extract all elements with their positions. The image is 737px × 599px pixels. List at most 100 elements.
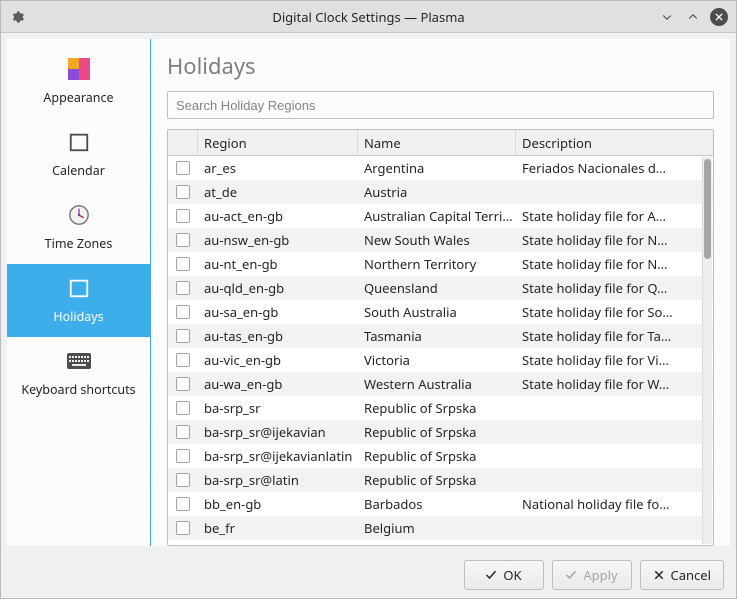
sidebar-item-appearance[interactable]: Appearance — [7, 45, 150, 118]
minimize-button[interactable] — [658, 8, 676, 26]
row-checkbox[interactable] — [176, 497, 190, 511]
row-checkbox[interactable] — [176, 521, 190, 535]
col-checkbox[interactable] — [168, 130, 198, 155]
calendar-icon — [65, 128, 93, 156]
cell-description: State holiday file for So… — [516, 303, 713, 321]
table-row[interactable]: au-qld_en-gbQueenslandState holiday file… — [168, 276, 713, 300]
row-checkbox[interactable] — [176, 353, 190, 367]
scrollbar-thumb[interactable] — [704, 159, 711, 259]
cell-region: ar_es — [198, 159, 358, 177]
cell-name: Barbados — [358, 495, 516, 513]
table-row[interactable]: be_frBelgium — [168, 516, 713, 540]
cell-name: Australian Capital Terri… — [358, 207, 516, 225]
appearance-icon — [65, 55, 93, 83]
check-icon — [565, 569, 577, 581]
row-checkbox[interactable] — [176, 329, 190, 343]
sidebar: Appearance Calendar Time Zones Holidays — [7, 39, 151, 546]
window-body: Appearance Calendar Time Zones Holidays — [7, 39, 730, 546]
cell-name: Victoria — [358, 351, 516, 369]
col-description-header[interactable]: Description — [516, 130, 713, 155]
cell-region: bb_en-gb — [198, 495, 358, 513]
sidebar-item-timezones[interactable]: Time Zones — [7, 191, 150, 264]
sidebar-item-holidays[interactable]: Holidays — [7, 264, 150, 337]
search-input[interactable] — [167, 91, 714, 119]
row-checkbox[interactable] — [176, 281, 190, 295]
titlebar: Digital Clock Settings — Plasma — [1, 1, 736, 33]
cell-description: Feriados Nacionales d… — [516, 159, 713, 177]
table-row[interactable]: au-tas_en-gbTasmaniaState holiday file f… — [168, 324, 713, 348]
cell-name: Republic of Srpska — [358, 447, 516, 465]
apply-button-label: Apply — [583, 566, 617, 584]
row-checkbox[interactable] — [176, 233, 190, 247]
close-button[interactable] — [710, 8, 728, 26]
table-row[interactable]: au-sa_en-gbSouth AustraliaState holiday … — [168, 300, 713, 324]
apply-button: Apply — [552, 560, 632, 590]
col-name-header[interactable]: Name — [358, 130, 516, 155]
row-checkbox[interactable] — [176, 401, 190, 415]
scrollbar[interactable] — [702, 157, 712, 544]
cell-region: au-nsw_en-gb — [198, 231, 358, 249]
ok-button[interactable]: OK — [464, 560, 544, 590]
cell-description: State holiday file for Ta… — [516, 327, 713, 345]
cell-region: at_de — [198, 183, 358, 201]
cell-region: ba-srp_sr@ijekavianlatin — [198, 447, 358, 465]
row-checkbox[interactable] — [176, 209, 190, 223]
check-icon — [485, 569, 497, 581]
table-row[interactable]: au-nt_en-gbNorthern TerritoryState holid… — [168, 252, 713, 276]
row-checkbox[interactable] — [176, 305, 190, 319]
cell-name: Belgium — [358, 519, 516, 537]
col-region-header[interactable]: Region — [198, 130, 358, 155]
holidays-table: Region Name Description ar_esArgentinaFe… — [167, 129, 714, 546]
maximize-button[interactable] — [684, 8, 702, 26]
table-header: Region Name Description — [168, 130, 713, 156]
cell-region: au-vic_en-gb — [198, 351, 358, 369]
close-icon — [653, 569, 665, 581]
cell-description: State holiday file for Vi… — [516, 351, 713, 369]
cell-region: au-tas_en-gb — [198, 327, 358, 345]
row-checkbox[interactable] — [176, 257, 190, 271]
cell-description: State holiday file for W… — [516, 375, 713, 393]
table-row[interactable]: ba-srp_sr@latinRepublic of Srpska — [168, 468, 713, 492]
sidebar-item-label: Time Zones — [45, 235, 113, 252]
cell-description: State holiday file for A… — [516, 207, 713, 225]
keyboard-icon — [65, 347, 93, 375]
table-row[interactable]: ba-srp_sr@ijekavianlatinRepublic of Srps… — [168, 444, 713, 468]
cell-name: Republic of Srpska — [358, 423, 516, 441]
sidebar-item-keyboard[interactable]: Keyboard shortcuts — [7, 337, 150, 410]
row-checkbox[interactable] — [176, 377, 190, 391]
cell-region: ba-srp_sr@ijekavian — [198, 423, 358, 441]
table-row[interactable]: bb_en-gbBarbadosNational holiday file fo… — [168, 492, 713, 516]
cell-region: au-wa_en-gb — [198, 375, 358, 393]
table-body: ar_esArgentinaFeriados Nacionales d…at_d… — [168, 156, 713, 545]
row-checkbox[interactable] — [176, 449, 190, 463]
cell-region: au-nt_en-gb — [198, 255, 358, 273]
menu-icon[interactable] — [9, 8, 27, 26]
row-checkbox[interactable] — [176, 185, 190, 199]
row-checkbox[interactable] — [176, 161, 190, 175]
row-checkbox[interactable] — [176, 473, 190, 487]
holidays-icon — [65, 274, 93, 302]
table-row[interactable]: au-act_en-gbAustralian Capital Terri…Sta… — [168, 204, 713, 228]
table-row[interactable]: at_deAustria — [168, 180, 713, 204]
cell-region: ba-srp_sr@latin — [198, 471, 358, 489]
cell-name: Republic of Srpska — [358, 471, 516, 489]
cell-region: be_fr — [198, 519, 358, 537]
sidebar-item-label: Appearance — [43, 89, 113, 106]
cell-name: New South Wales — [358, 231, 516, 249]
cancel-button[interactable]: Cancel — [640, 560, 724, 590]
cell-name: Republic of Srpska — [358, 399, 516, 417]
table-row[interactable]: ba-srp_srRepublic of Srpska — [168, 396, 713, 420]
cell-region: au-qld_en-gb — [198, 279, 358, 297]
table-row[interactable]: ar_esArgentinaFeriados Nacionales d… — [168, 156, 713, 180]
table-row[interactable]: au-wa_en-gbWestern AustraliaState holida… — [168, 372, 713, 396]
cell-region: ba-srp_sr — [198, 399, 358, 417]
table-row[interactable]: ba-srp_sr@ijekavianRepublic of Srpska — [168, 420, 713, 444]
sidebar-item-calendar[interactable]: Calendar — [7, 118, 150, 191]
table-row[interactable]: au-nsw_en-gbNew South WalesState holiday… — [168, 228, 713, 252]
row-checkbox[interactable] — [176, 425, 190, 439]
cell-name: Northern Territory — [358, 255, 516, 273]
table-row[interactable]: au-vic_en-gbVictoriaState holiday file f… — [168, 348, 713, 372]
cell-name: Austria — [358, 183, 516, 201]
sidebar-item-label: Holidays — [53, 308, 103, 325]
cell-name: Argentina — [358, 159, 516, 177]
